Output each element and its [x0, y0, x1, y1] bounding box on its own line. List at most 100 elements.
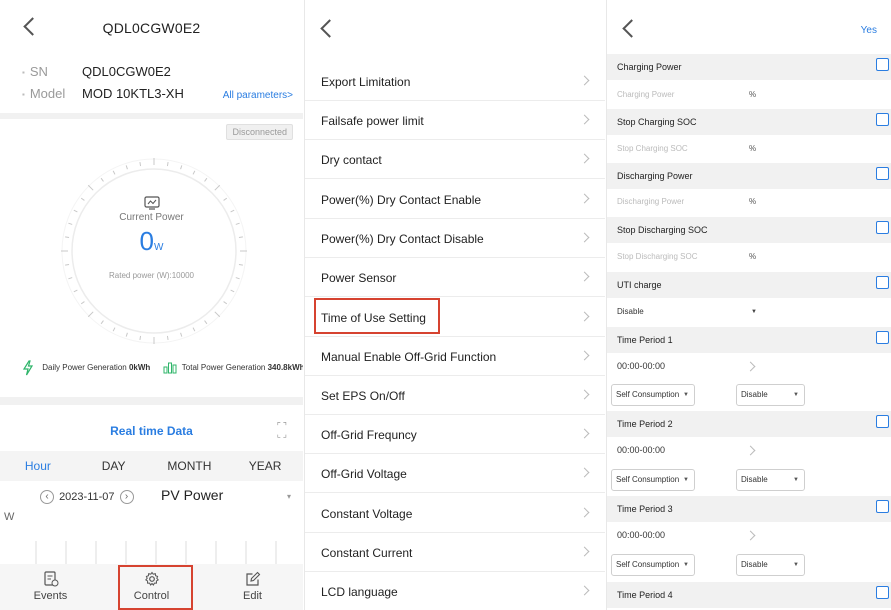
nav-edit[interactable]: Edit — [202, 564, 303, 610]
menu-item[interactable]: Dry contact — [305, 140, 605, 179]
gauge-tick — [112, 170, 116, 175]
menu-item-label: Manual Enable Off-Grid Function — [321, 350, 497, 364]
menu-item[interactable]: LCD language — [305, 572, 605, 610]
gauge-tick — [87, 311, 94, 318]
time-period-4-checkbox[interactable] — [876, 586, 889, 599]
status-badge: Disconnected — [226, 124, 293, 140]
sn-value: QDL0CGW0E2 — [82, 64, 171, 79]
total-gen-value: 340.8kWh — [267, 363, 303, 373]
uti-charge-label: UTI charge — [617, 280, 662, 290]
tab-day[interactable]: DAY — [76, 451, 152, 481]
tab-hour[interactable]: Hour — [0, 451, 76, 481]
chevron-right-icon — [579, 546, 590, 557]
yes-button[interactable]: Yes — [861, 25, 877, 36]
current-power-readout: 0W — [0, 226, 303, 257]
time-period-1-header: Time Period 1 — [607, 327, 891, 353]
y-axis-unit: W — [4, 511, 15, 523]
time-period-3-mode-select[interactable]: Self Consumption ▼ — [611, 554, 695, 576]
chevron-down-icon: ▼ — [683, 392, 689, 398]
chevron-right-icon — [579, 232, 590, 243]
time-period-3-state-select[interactable]: Disable ▼ — [736, 554, 805, 576]
time-period-1-state-select[interactable]: Disable ▼ — [736, 384, 805, 406]
sn-row: SNQDL0CGW0E2 — [22, 64, 171, 79]
charging-power-checkbox[interactable] — [876, 58, 889, 71]
chevron-right-icon — [579, 75, 590, 86]
menu-item[interactable]: Set EPS On/Off — [305, 376, 605, 415]
time-period-1-checkbox[interactable] — [876, 331, 889, 344]
time-period-3-time[interactable]: 00:00-00:00 — [607, 522, 891, 550]
time-period-1-mode-select[interactable]: Self Consumption ▼ — [611, 384, 695, 406]
time-period-3-time-value: 00:00-00:00 — [617, 530, 666, 540]
gauge-tick — [100, 177, 104, 182]
time-period-2-state-select[interactable]: Disable ▼ — [736, 469, 805, 491]
uti-charge-select[interactable]: Disable ▼ — [607, 298, 891, 326]
discharging-power-label: Discharging Power — [617, 171, 693, 181]
time-period-2-state: Disable — [741, 475, 768, 484]
menu-item[interactable]: Power Sensor — [305, 258, 605, 297]
back-icon[interactable] — [320, 19, 339, 38]
menu-item[interactable]: Constant Current — [305, 533, 605, 572]
generation-summary: Daily Power Generation 0kWh Total Power … — [22, 360, 303, 376]
current-power-label: Current Power — [119, 212, 184, 223]
time-period-2-mode-select[interactable]: Self Consumption ▼ — [611, 469, 695, 491]
time-period-2-time[interactable]: 00:00-00:00 — [607, 437, 891, 465]
menu-item[interactable]: Export Limitation — [305, 62, 605, 101]
menu-item[interactable]: Power(%) Dry Contact Disable — [305, 219, 605, 258]
charging-power-input[interactable]: Charging Power — [617, 90, 674, 99]
time-period-2-label: Time Period 2 — [617, 419, 673, 429]
gauge-tick — [80, 301, 85, 305]
stop-discharging-checkbox[interactable] — [876, 221, 889, 234]
chevron-right-icon — [579, 467, 590, 478]
time-period-3-checkbox[interactable] — [876, 500, 889, 513]
model-row: ModelMOD 10KTL3-XH — [22, 86, 184, 101]
next-date-button[interactable]: › — [119, 490, 134, 504]
back-icon[interactable] — [622, 19, 641, 38]
menu-item[interactable]: Manual Enable Off-Grid Function — [305, 337, 605, 376]
discharging-power-checkbox[interactable] — [876, 167, 889, 180]
chevron-right-icon — [579, 585, 590, 596]
chevron-down-icon: ▼ — [683, 477, 689, 483]
menu-item-label: Set EPS On/Off — [321, 389, 405, 403]
time-period-2-time-value: 00:00-00:00 — [617, 445, 666, 455]
tab-year[interactable]: YEAR — [227, 451, 303, 481]
menu-item[interactable]: Constant Voltage — [305, 494, 605, 533]
control-highlight-box — [118, 565, 193, 610]
gauge-tick — [235, 222, 240, 225]
expand-icon[interactable]: ⌜⌝ ⌞⌟ — [277, 422, 289, 439]
all-parameters-link[interactable]: All parameters> — [223, 90, 293, 101]
time-period-1-state: Disable — [741, 390, 768, 399]
gauge-tick — [125, 165, 128, 170]
sn-label: SN — [22, 64, 82, 79]
chevron-right-icon — [579, 193, 590, 204]
menu-item-label: Power(%) Dry Contact Disable — [321, 232, 484, 246]
stop-discharging-input[interactable]: Stop Discharging SOC — [617, 252, 697, 261]
time-of-use-panel: Yes Charging Power Charging Power % Stop… — [606, 0, 891, 610]
metric-select[interactable]: PV Power — [161, 487, 223, 503]
time-period-2-checkbox[interactable] — [876, 415, 889, 428]
nav-events[interactable]: Events — [0, 564, 101, 610]
menu-item[interactable]: Power(%) Dry Contact Enable — [305, 180, 605, 219]
chevron-right-icon — [579, 507, 590, 518]
stop-charging-checkbox[interactable] — [876, 113, 889, 126]
gauge-tick — [204, 320, 208, 325]
chevron-down-icon[interactable]: ▾ — [287, 492, 291, 501]
menu-item[interactable]: Off-Grid Frequncy — [305, 415, 605, 454]
gauge-tick — [180, 332, 183, 337]
menu-item-label: Failsafe power limit — [321, 114, 424, 128]
tab-month[interactable]: MONTH — [152, 451, 228, 481]
discharging-power-unit: % — [749, 197, 757, 206]
time-period-1-time[interactable]: 00:00-00:00 — [607, 353, 891, 381]
uti-charge-checkbox[interactable] — [876, 276, 889, 289]
menu-item[interactable]: Off-Grid Voltage — [305, 454, 605, 493]
menu-item[interactable]: Failsafe power limit — [305, 101, 605, 140]
stop-charging-input[interactable]: Stop Charging SOC — [617, 144, 688, 153]
gauge-tick — [73, 289, 78, 293]
discharging-power-input[interactable]: Discharging Power — [617, 197, 684, 206]
daily-gen-value: 0kWh — [128, 363, 151, 373]
menu-item-label: Dry contact — [321, 153, 382, 167]
prev-date-button[interactable]: ‹ — [40, 490, 54, 504]
time-period-1-label: Time Period 1 — [617, 335, 673, 345]
date-value: 2023-11-07 — [59, 490, 115, 503]
menu-item-label: Constant Current — [321, 546, 413, 560]
chart-area — [35, 541, 277, 565]
